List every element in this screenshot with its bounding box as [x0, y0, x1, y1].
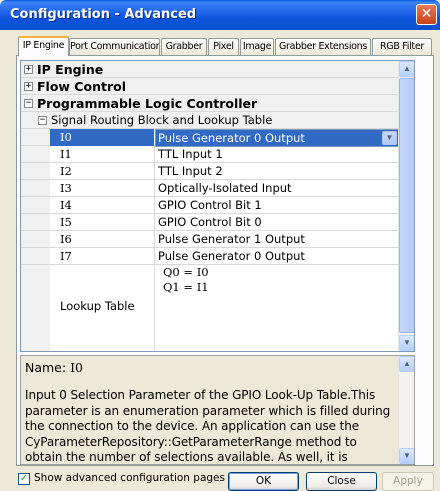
name-value: I0 — [70, 360, 83, 375]
collapse-icon[interactable]: − — [24, 99, 33, 108]
collapse-icon[interactable]: − — [38, 116, 47, 125]
property-name: I5 — [60, 215, 72, 229]
category-plc[interactable]: − Programmable Logic Controller — [21, 95, 399, 112]
configuration-window: Configuration - Advanced ✕ IP Engine Por… — [0, 0, 440, 491]
tab-grabber-extensions[interactable]: Grabber Extensions — [275, 38, 371, 55]
tab-strip: IP Engine Port Communication Grabber Pix… — [16, 36, 434, 56]
dropdown-value: Pulse Generator 0 Output — [158, 131, 305, 145]
property-grid[interactable]: + IP Engine + Flow Control − Programmabl… — [20, 60, 415, 352]
scroll-up-icon[interactable]: ▲ — [399, 61, 414, 77]
category-label: Programmable Logic Controller — [37, 96, 258, 111]
category-ip-engine[interactable]: + IP Engine — [21, 61, 399, 78]
subcategory-label: Signal Routing Block and Lookup Table — [51, 113, 273, 127]
chevron-down-icon[interactable]: ▼ — [382, 131, 397, 145]
name-label: Name: — [25, 360, 67, 375]
description-name: Name: I0 — [25, 360, 83, 375]
lookup-table-value[interactable]: Q0 = I0 Q1 = I1 — [154, 265, 399, 351]
property-row-i7[interactable]: I7 Pulse Generator 0 Output — [21, 248, 399, 265]
tab-rgb-filter[interactable]: RGB Filter — [372, 38, 432, 55]
property-row-i6[interactable]: I6 Pulse Generator 1 Output — [21, 231, 399, 248]
scroll-thumb[interactable] — [399, 78, 414, 333]
property-row-i2[interactable]: I2 TTL Input 2 — [21, 163, 399, 180]
property-value[interactable]: Pulse Generator 0 Output — [154, 248, 399, 265]
expand-icon[interactable]: + — [24, 65, 33, 74]
property-value[interactable]: TTL Input 2 — [154, 163, 399, 180]
property-row-i5[interactable]: I5 GPIO Control Bit 0 — [21, 214, 399, 231]
tab-pixel[interactable]: Pixel — [208, 38, 239, 55]
property-value[interactable]: TTL Input 1 — [154, 146, 399, 163]
expand-icon[interactable]: + — [24, 82, 33, 91]
row-gutter — [21, 197, 50, 213]
ok-button[interactable]: OK — [228, 472, 299, 491]
property-row-i1[interactable]: I1 TTL Input 1 — [21, 146, 399, 163]
row-gutter — [21, 231, 50, 247]
scroll-down-icon[interactable]: ▼ — [399, 335, 414, 351]
property-name: I6 — [60, 232, 72, 246]
property-row-i3[interactable]: I3 Optically-Isolated Input — [21, 180, 399, 197]
tab-port-communication[interactable]: Port Communication — [69, 38, 160, 55]
row-gutter — [21, 214, 50, 230]
close-window-icon[interactable]: ✕ — [416, 4, 437, 25]
description-pane: Name: I0 Input 0 Selection Parameter of … — [20, 355, 415, 465]
tab-ip-engine[interactable]: IP Engine — [18, 36, 69, 56]
tab-grabber[interactable]: Grabber — [161, 38, 207, 55]
property-value[interactable]: GPIO Control Bit 1 — [154, 197, 399, 214]
subcategory-signal-routing[interactable]: − Signal Routing Block and Lookup Table — [21, 112, 399, 129]
row-gutter — [21, 146, 50, 162]
tab-image[interactable]: Image — [240, 38, 274, 55]
scroll-down-icon[interactable]: ▼ — [399, 448, 414, 464]
property-row-i0[interactable]: I0 Pulse Generator 0 Output ▼ — [21, 129, 399, 147]
row-gutter — [21, 248, 50, 264]
property-name: Lookup Table — [60, 299, 135, 313]
scroll-up-icon[interactable]: ▲ — [399, 356, 414, 372]
property-name: I0 — [60, 130, 72, 144]
row-gutter — [21, 180, 50, 196]
window-title: Configuration - Advanced — [10, 7, 197, 22]
category-label: Flow Control — [37, 79, 126, 94]
footer: ✓ Show advanced configuration pages OK C… — [16, 468, 434, 491]
category-flow-control[interactable]: + Flow Control — [21, 78, 399, 95]
apply-button[interactable]: Apply — [382, 472, 434, 491]
property-name: I3 — [60, 181, 72, 195]
description-scrollbar[interactable]: ▲ ▼ — [398, 356, 414, 464]
property-row-lookup-table[interactable]: Lookup Table Q0 = I0 Q1 = I1 — [21, 265, 399, 351]
property-name: I4 — [60, 198, 72, 212]
show-advanced-label[interactable]: Show advanced configuration pages — [34, 472, 225, 484]
grid-scrollbar[interactable]: ▲ ▼ — [398, 61, 414, 351]
property-row-i4[interactable]: I4 GPIO Control Bit 1 — [21, 197, 399, 214]
title-bar[interactable]: Configuration - Advanced ✕ — [0, 0, 440, 30]
show-advanced-checkbox[interactable]: ✓ — [18, 473, 30, 485]
property-name: I7 — [60, 249, 72, 263]
row-gutter — [21, 163, 50, 179]
lookup-line: Q0 = I0 — [163, 265, 209, 279]
category-label: IP Engine — [37, 62, 104, 77]
description-text: Input 0 Selection Parameter of the GPIO … — [25, 388, 391, 464]
property-name: I1 — [60, 147, 72, 161]
row-gutter — [21, 129, 50, 145]
row-gutter — [21, 265, 50, 351]
value-dropdown[interactable]: Pulse Generator 0 Output ▼ — [155, 129, 399, 147]
close-button[interactable]: Close — [306, 472, 377, 491]
property-value[interactable]: GPIO Control Bit 0 — [154, 214, 399, 231]
property-name: I2 — [60, 164, 72, 178]
property-value[interactable]: Pulse Generator 1 Output — [154, 231, 399, 248]
property-value[interactable]: Optically-Isolated Input — [154, 180, 399, 197]
lookup-line: Q1 = I1 — [163, 280, 209, 294]
